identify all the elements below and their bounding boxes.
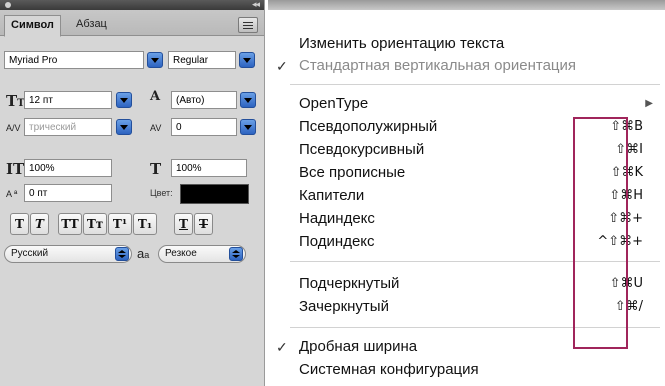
antialias-icon-sub: a — [144, 250, 150, 260]
faux-bold-button[interactable]: T — [10, 213, 29, 235]
antialias-icon: aa — [137, 245, 149, 264]
collapse-icon[interactable]: ◂◂ — [252, 0, 260, 10]
menu-item-label: Системная конфигурация — [299, 361, 479, 378]
horizontal-scale-field[interactable]: 100% — [171, 159, 247, 177]
panel-title-bar[interactable]: ◂◂ — [0, 0, 264, 10]
language-value: Русский — [11, 248, 49, 259]
faux-italic-button[interactable]: T — [30, 213, 49, 235]
submenu-arrow-icon: ▶ — [645, 98, 653, 109]
menu-item-standard-vertical-orientation[interactable]: ✓ Стандартная вертикальная ориентация — [268, 55, 665, 77]
panel-flyout-menu: Изменить ориентацию текста ✓ Стандартная… — [268, 0, 665, 386]
menu-item-label: Надиндекс — [299, 210, 375, 227]
antialias-value: Резкое — [165, 248, 197, 259]
subscript-button[interactable]: T₁ — [133, 213, 157, 235]
language-select[interactable]: Русский — [4, 245, 132, 263]
kerning-field[interactable]: трический — [24, 118, 112, 136]
horizontal-scale-icon: T — [150, 160, 162, 178]
underline-button[interactable]: T — [174, 213, 193, 235]
menu-item-label: Зачеркнутый — [299, 298, 389, 315]
menu-item-label: OpenType — [299, 95, 369, 112]
font-family-field[interactable]: Myriad Pro — [4, 51, 144, 69]
font-size-dropdown[interactable] — [116, 92, 132, 108]
small-caps-button[interactable]: Tт — [83, 213, 107, 235]
character-panel: ◂◂ Символ Абзац Myriad Pro Regular TT 12… — [0, 0, 265, 386]
panel-tabs: Символ Абзац — [0, 10, 264, 37]
menu-item-label: Капители — [299, 187, 365, 204]
language-stepper-icon — [115, 247, 129, 261]
antialias-select[interactable]: Резкое — [158, 245, 246, 263]
menu-item-label: Дробная ширина — [299, 338, 418, 355]
leading-dropdown[interactable] — [240, 92, 256, 108]
leading-field[interactable]: (Авто) — [171, 91, 237, 109]
tab-character[interactable]: Символ — [4, 15, 61, 37]
font-family-dropdown[interactable] — [147, 52, 163, 68]
panel-menu-button[interactable] — [238, 17, 258, 33]
menu-item-label: Подиндекс — [299, 233, 375, 250]
menu-item-opentype[interactable]: OpenType ▶ — [268, 93, 665, 115]
check-icon: ✓ — [276, 339, 288, 355]
shortcut-highlight-box — [573, 117, 628, 349]
vertical-scale-field[interactable]: 100% — [24, 159, 112, 177]
antialias-stepper-icon — [229, 247, 243, 261]
close-icon[interactable] — [5, 2, 11, 8]
menu-item-label: Изменить ориентацию текста — [299, 35, 505, 52]
vertical-scale-icon: IT — [6, 160, 25, 178]
color-label: Цвет: — [150, 188, 173, 198]
tracking-icon: AV — [150, 123, 162, 133]
all-caps-button[interactable]: TT — [58, 213, 82, 235]
check-icon: ✓ — [276, 58, 288, 74]
menu-item-system-layout[interactable]: Системная конфигурация — [268, 359, 665, 381]
menu-item-label: Подчеркнутый — [299, 275, 400, 292]
menu-item-label: Псевдокурсивный — [299, 141, 425, 158]
font-size-field[interactable]: 12 пт — [24, 91, 112, 109]
superscript-button[interactable]: T¹ — [108, 213, 132, 235]
tracking-field[interactable]: 0 — [171, 118, 237, 136]
kerning-icon: A/V — [6, 123, 21, 133]
font-style-dropdown[interactable] — [239, 52, 255, 68]
strikethrough-button[interactable]: T — [194, 213, 213, 235]
baseline-shift-icon: A ª — [6, 189, 18, 199]
baseline-shift-field[interactable]: 0 пт — [24, 184, 112, 202]
menu-item-label: Стандартная вертикальная ориентация — [299, 57, 577, 74]
leading-icon: A — [150, 89, 161, 104]
font-size-icon: TT — [6, 92, 25, 110]
menu-top-bar — [268, 0, 665, 10]
tracking-dropdown[interactable] — [240, 119, 256, 135]
menu-divider — [290, 84, 660, 85]
font-style-field[interactable]: Regular — [168, 51, 236, 69]
tab-paragraph[interactable]: Абзац — [70, 15, 113, 35]
menu-item-label: Все прописные — [299, 164, 406, 181]
menu-item-change-text-orientation[interactable]: Изменить ориентацию текста — [268, 33, 665, 55]
text-color-swatch[interactable] — [180, 184, 249, 204]
menu-item-label: Псевдополужирный — [299, 118, 438, 135]
kerning-dropdown[interactable] — [116, 119, 132, 135]
